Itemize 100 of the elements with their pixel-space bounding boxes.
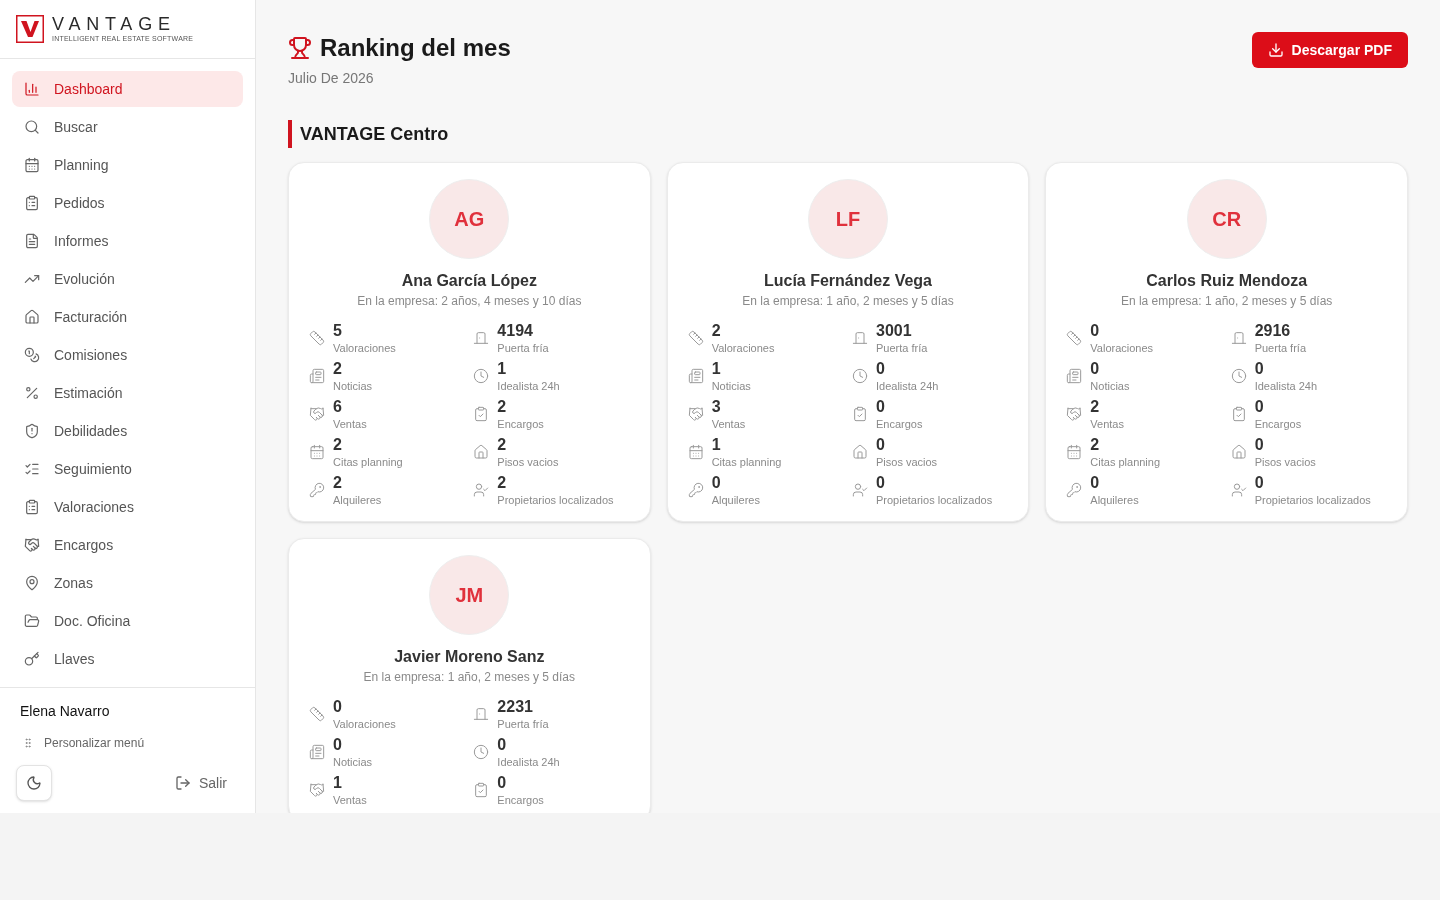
page-title: Ranking del mes (320, 33, 511, 63)
logout-button[interactable]: Salir (163, 765, 239, 801)
newspaper-icon (687, 368, 704, 384)
clipboard-list-icon (24, 195, 40, 211)
logo-wordmark: VANTAGE (52, 15, 177, 33)
bar-chart-icon (24, 81, 40, 97)
agent-name: Lucía Fernández Vega (763, 271, 932, 291)
key-icon (687, 482, 704, 498)
theme-toggle-button[interactable] (16, 765, 52, 801)
nav-item[interactable]: Valoraciones (12, 489, 243, 525)
stat-value: 2 (333, 359, 343, 379)
stat-label: Valoraciones (333, 717, 396, 731)
house-icon (473, 444, 490, 460)
agent-tenure: En la empresa: 1 año, 2 meses y 5 días (742, 293, 954, 309)
stat-value: 5 (333, 321, 343, 341)
stat-label: Puerta fría (876, 341, 928, 355)
nav-item[interactable]: Debilidades (12, 413, 243, 449)
stat-value: 0 (1090, 321, 1101, 341)
calendar-icon (687, 444, 704, 460)
clipboard-check-icon (473, 406, 490, 422)
handshake-icon (309, 406, 325, 422)
map-pin-icon (24, 575, 40, 591)
clock-icon (473, 368, 490, 384)
stat-label: Encargos (497, 793, 544, 807)
stat-value: 0 (876, 397, 886, 417)
clock-icon (1230, 368, 1247, 384)
stat-label: Alquileres (1090, 493, 1139, 507)
stat-label: Encargos (1254, 417, 1302, 431)
nav-item[interactable]: Planning (12, 147, 243, 183)
stat-label: Encargos (876, 417, 923, 431)
agent-tenure: En la empresa: 2 años, 4 meses y 10 días (357, 293, 582, 309)
key-icon (1066, 482, 1083, 498)
stat-value: 3 (711, 397, 722, 417)
moon-icon (26, 775, 42, 791)
trophy-icon (288, 36, 312, 60)
stat-value: 0 (1254, 473, 1265, 493)
nav-item[interactable]: Pedidos (12, 185, 243, 221)
stat-value: 2 (497, 473, 508, 493)
nav-item[interactable]: Dashboard (12, 71, 243, 107)
stat-value: 2 (1090, 435, 1101, 455)
document-icon (24, 233, 40, 249)
stat-value: 0 (333, 697, 343, 717)
stat-value: 0 (497, 773, 508, 793)
stat-value: 2916 (1254, 321, 1292, 341)
clipboard-check-icon (852, 406, 868, 422)
nav-item[interactable]: Seguimiento (12, 451, 243, 487)
stat-label: Idealista 24h (1254, 379, 1318, 393)
stat-label: Ventas (333, 793, 367, 807)
agent-name: Carlos Ruiz Mendoza (1146, 271, 1308, 291)
nav-item[interactable]: Facturación (12, 299, 243, 335)
stat-value: 0 (1254, 359, 1265, 379)
nav-item[interactable]: Informes (12, 223, 243, 259)
stat-value: 0 (497, 735, 508, 755)
stat-label: Alquileres (711, 493, 760, 507)
clock-icon (473, 744, 490, 760)
stat-value: 0 (876, 359, 886, 379)
stat-label: Valoraciones (1090, 341, 1154, 355)
stat-label: Puerta fría (497, 717, 549, 731)
door-icon (1230, 330, 1247, 346)
calendar-icon (24, 157, 40, 173)
user-check-icon (1230, 482, 1247, 498)
nav-item[interactable]: Estimación (12, 375, 243, 411)
handshake-icon (687, 406, 704, 422)
stat-value: 0 (333, 735, 343, 755)
stat-value: 0 (1090, 359, 1101, 379)
clipboard-check-icon (1230, 406, 1247, 422)
nav-item[interactable]: Encargos (12, 527, 243, 563)
initials-avatar: AG (429, 179, 510, 259)
stat-label: Pisos vacios (876, 455, 938, 469)
nav-item[interactable]: Comisiones (12, 337, 243, 373)
stat-value: 0 (1254, 397, 1265, 417)
stat-value: 3001 (876, 321, 913, 341)
clipboard-list-icon (24, 499, 40, 515)
nav-item[interactable]: Buscar (12, 109, 243, 145)
ruler-icon (1066, 330, 1083, 346)
user-name: Elena Navarro (19, 702, 111, 721)
nav-item[interactable]: Zonas (12, 565, 243, 601)
door-icon (852, 330, 868, 346)
stat-label: Puerta fría (497, 341, 549, 355)
agent-name: Ana García López (401, 271, 537, 291)
stat-label: Propietarios localizados (876, 493, 993, 507)
calendar-icon (1066, 444, 1083, 460)
stat-label: Pisos vacios (497, 455, 559, 469)
user-check-icon (852, 482, 868, 498)
ruler-icon (309, 330, 325, 346)
user-check-icon (473, 482, 490, 498)
stat-value: 1 (711, 359, 722, 379)
stat-value: 6 (333, 397, 343, 417)
customize-menu-link[interactable]: Personalizar menú (16, 735, 239, 751)
search-icon (24, 119, 40, 135)
nav-item[interactable]: Llaves (12, 641, 243, 677)
stat-label: Ventas (1090, 417, 1124, 431)
nav-item[interactable]: Evolución (12, 261, 243, 297)
stat-value: 0 (1090, 473, 1101, 493)
stat-value: 4194 (497, 321, 534, 341)
logout-icon (175, 775, 191, 791)
stat-label: Idealista 24h (876, 379, 939, 393)
stat-label: Propietarios localizados (1254, 493, 1371, 507)
download-pdf-button[interactable]: Descargar PDF (1251, 32, 1408, 68)
nav-item[interactable]: Doc. Oficina (12, 603, 243, 639)
